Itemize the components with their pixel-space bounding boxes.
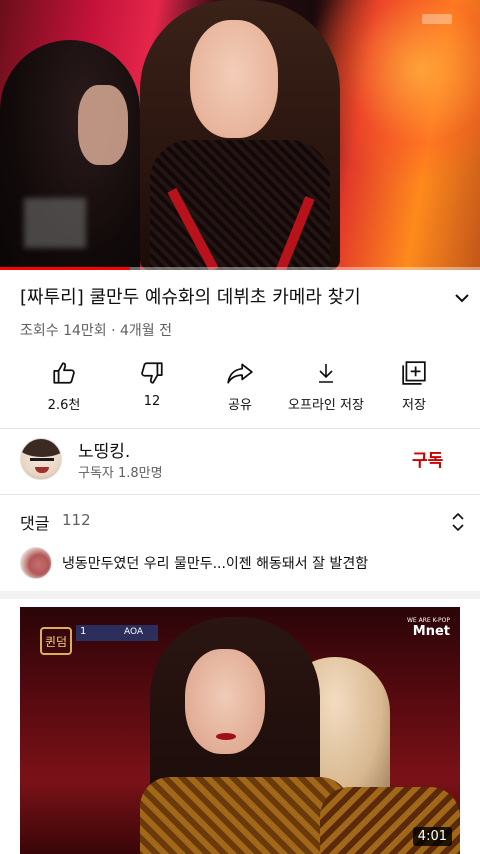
rank-number: 1	[80, 626, 87, 637]
download-button[interactable]: 오프라인 저장	[276, 352, 376, 414]
performer-lips	[216, 733, 236, 740]
share-icon	[225, 358, 255, 388]
video-duration: 4:01	[412, 827, 452, 846]
subscribe-button[interactable]: 구독	[412, 446, 443, 471]
network-logo: WE ARE K-POP Mnet	[394, 617, 450, 641]
network-name: Mnet	[412, 624, 450, 639]
performer-left-face	[78, 85, 128, 165]
divider	[0, 428, 480, 429]
progress-fill	[0, 267, 130, 270]
video-player[interactable]	[0, 0, 480, 270]
like-count: 2.6천	[47, 398, 81, 413]
action-bar: 2.6천 12 공유 오프라인 저장 저장	[0, 352, 480, 414]
comments-count: 112	[62, 511, 91, 529]
section-gap	[0, 591, 480, 599]
commenter-avatar	[20, 547, 52, 579]
share-label: 공유	[228, 398, 252, 413]
rank-banner	[76, 625, 158, 641]
performer-center-face	[190, 20, 278, 138]
download-label: 오프라인 저장	[288, 398, 364, 413]
subscriber-count: 구독자 1.8만명	[78, 466, 163, 481]
broadcaster-logo	[422, 14, 452, 24]
channel-name[interactable]: 노띵킹.	[78, 437, 130, 462]
like-button[interactable]: 2.6천	[38, 352, 90, 414]
dislike-count: 12	[143, 394, 161, 409]
blurred-caption	[24, 198, 86, 248]
comments-title[interactable]: 댓글	[20, 510, 49, 534]
video-meta: 조회수 14만회 · 4개월 전	[20, 323, 173, 339]
video-title[interactable]: [짜투리] 쿨만두 예슈화의 데뷔초 카메라 찾기	[20, 286, 440, 310]
save-label: 저장	[402, 398, 426, 413]
share-button[interactable]: 공유	[214, 352, 266, 414]
chevron-down-icon[interactable]	[448, 284, 476, 312]
dislike-button[interactable]: 12	[126, 352, 178, 414]
top-comment[interactable]: 냉동만두였던 우리 물만두...이젠 해동돼서 잘 발견함	[62, 553, 368, 573]
performer-costume	[140, 777, 350, 854]
save-button[interactable]: 저장	[388, 352, 440, 414]
channel-avatar[interactable]	[20, 438, 62, 480]
unfold-icon[interactable]	[446, 508, 470, 536]
rank-group-name: AOA	[124, 627, 144, 637]
thumbs-down-icon	[137, 358, 167, 388]
next-video-thumbnail[interactable]: 퀸덤 1 AOA WE ARE K-POP Mnet 4:01	[20, 607, 460, 854]
add-to-playlist-icon	[399, 358, 429, 388]
download-icon	[311, 358, 341, 388]
show-logo: 퀸덤	[40, 627, 72, 655]
divider	[0, 494, 480, 495]
thumbs-up-icon	[49, 358, 79, 388]
